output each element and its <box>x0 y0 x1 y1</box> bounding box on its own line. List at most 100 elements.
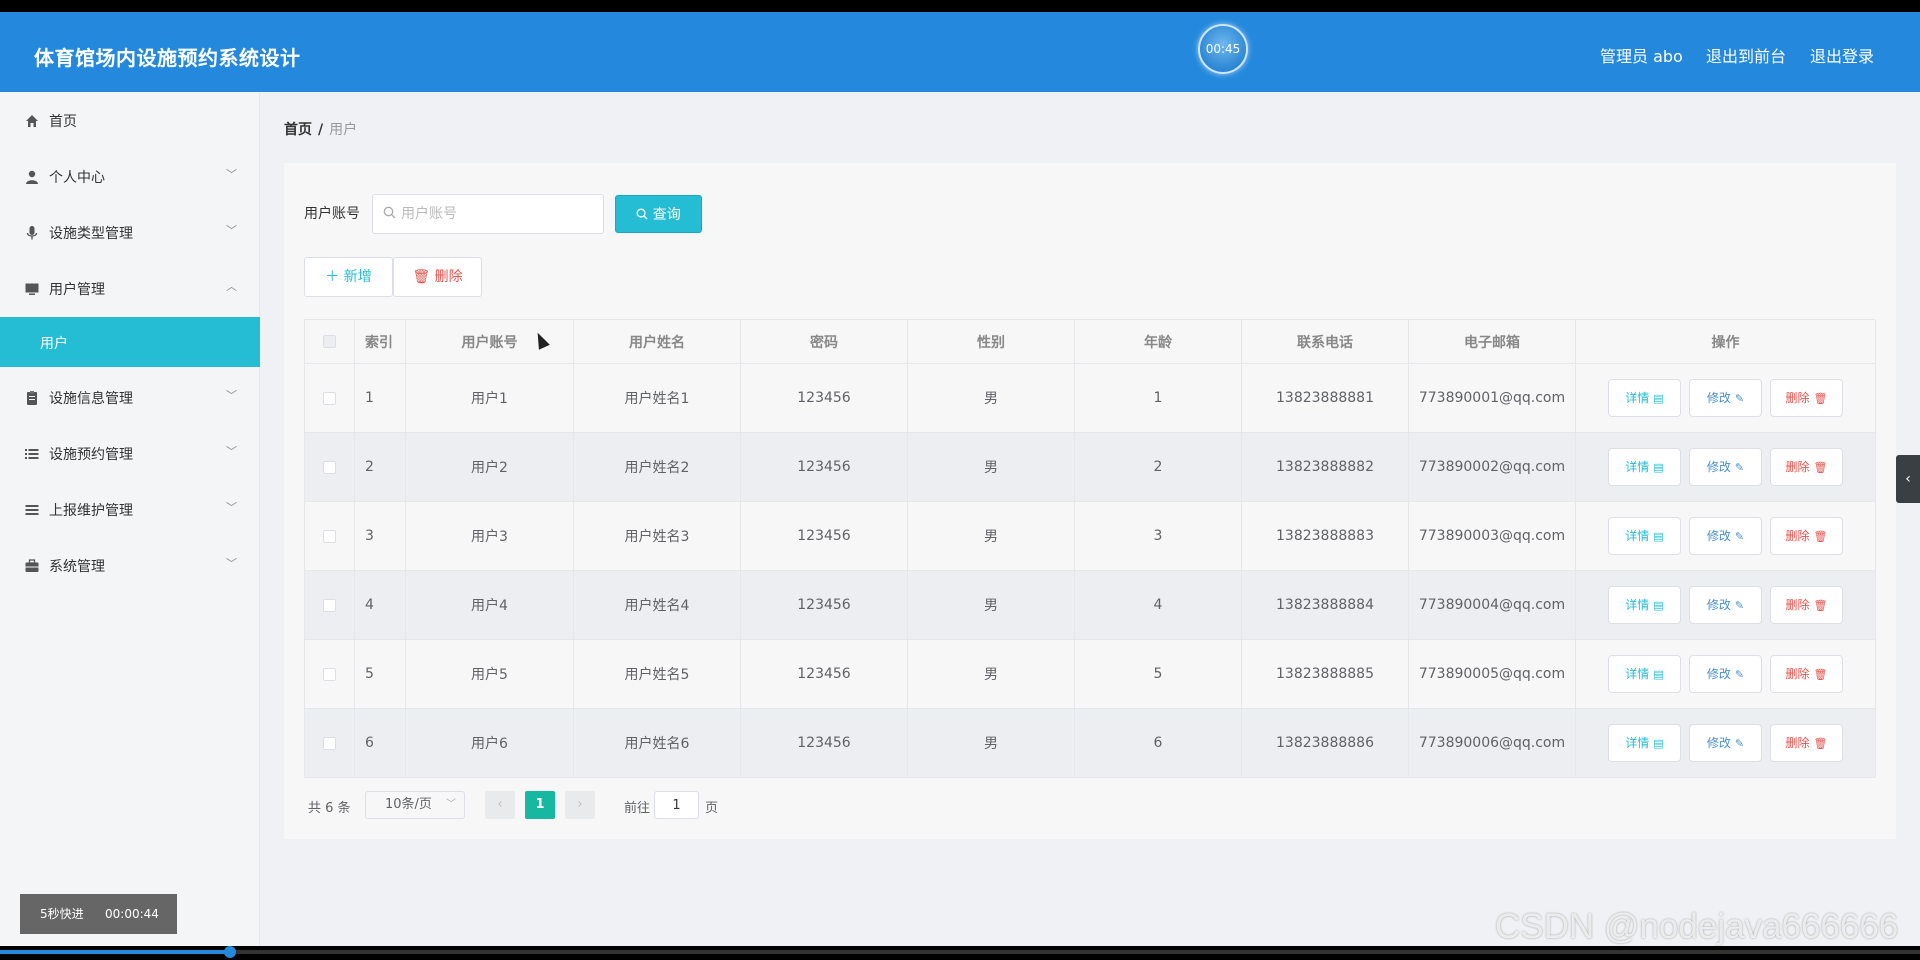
sidebar-item-label: 系统管理 <box>49 559 105 575</box>
column-header: 性别 <box>908 320 1075 364</box>
row-checkbox[interactable] <box>323 736 336 750</box>
front-link[interactable]: 退出到前台 <box>1706 43 1786 67</box>
detail-button[interactable]: 详情 ▤ <box>1608 724 1681 762</box>
edit-button-label: 修改 <box>1706 391 1731 405</box>
cell-name: 用户姓名3 <box>574 502 741 571</box>
fast-forward-badge: 5秒快进 00:00:44 <box>20 894 177 934</box>
breadcrumb: 首页 / 用户 <box>284 119 357 139</box>
sidebar-item-profile[interactable]: 个人中心 ﹀ <box>0 148 260 204</box>
video-progress-handle[interactable] <box>224 946 236 958</box>
cell-name: 用户姓名5 <box>574 640 741 709</box>
sidebar-item-reservation[interactable]: 设施预约管理 ﹀ <box>0 425 260 481</box>
delete-button[interactable]: 删除 🗑 <box>1770 448 1843 486</box>
pencil-icon: ✎ <box>1734 668 1745 681</box>
cell-account: 用户4 <box>406 571 574 640</box>
admin-label: 管理员 abo <box>1600 47 1683 66</box>
row-checkbox[interactable] <box>323 391 336 405</box>
plus-icon: ＋ <box>325 269 340 285</box>
cell-password: 123456 <box>741 433 908 502</box>
row-checkbox[interactable] <box>323 667 336 681</box>
user-table: 索引 用户账号 用户姓名 密码 性别 年龄 联系电话 电子邮箱 操作 1 用户1 用… <box>304 319 1876 778</box>
delete-button[interactable]: 删除 🗑 <box>1770 655 1843 693</box>
microphone-icon <box>24 225 40 241</box>
delete-button[interactable]: 删除 🗑 <box>1770 379 1843 417</box>
edit-button-label: 修改 <box>1706 460 1731 474</box>
select-all-checkbox[interactable] <box>323 335 336 348</box>
sidebar-item-facility-info[interactable]: 设施信息管理 ﹀ <box>0 369 260 425</box>
document-icon: ▤ <box>1653 599 1664 612</box>
sidebar-item-facility-type[interactable]: 设施类型管理 ﹀ <box>0 204 260 260</box>
cell-account: 用户3 <box>406 502 574 571</box>
delete-button[interactable]: 删除 🗑 <box>1770 517 1843 555</box>
delete-button-label: 删除 <box>1785 736 1810 750</box>
cell-phone: 13823888886 <box>1242 709 1409 778</box>
sidebar-subitem-user[interactable]: 用户 <box>0 317 260 367</box>
cell-age: 4 <box>1075 571 1242 640</box>
chevron-down-icon: ﹀ <box>226 501 237 514</box>
page-size-select[interactable]: 10条/页 ﹀ <box>365 791 465 819</box>
sidebar-item-user-management[interactable]: 用户管理 ︿ <box>0 260 260 316</box>
delete-button[interactable]: 删除 🗑 <box>1770 724 1843 762</box>
row-select-cell <box>305 364 355 433</box>
cell-account: 用户2 <box>406 433 574 502</box>
cell-actions: 详情 ▤ 修改 ✎ 删除 🗑 <box>1576 571 1876 640</box>
next-page-button[interactable]: › <box>565 791 595 819</box>
chevron-down-icon: ﹀ <box>226 168 237 181</box>
cell-account: 用户5 <box>406 640 574 709</box>
edit-button[interactable]: 修改 ✎ <box>1689 379 1762 417</box>
delete-button[interactable]: 删除 🗑 <box>1770 586 1843 624</box>
video-progress-track[interactable] <box>0 950 1920 954</box>
prev-page-button[interactable]: ‹ <box>485 791 515 819</box>
pencil-icon: ✎ <box>1734 392 1745 405</box>
breadcrumb-home[interactable]: 首页 <box>284 122 312 138</box>
detail-button[interactable]: 详情 ▤ <box>1608 586 1681 624</box>
cell-index: 4 <box>355 571 406 640</box>
sidebar-item-maintenance[interactable]: 上报维护管理 ﹀ <box>0 481 260 537</box>
cell-email: 773890002@qq.com <box>1409 433 1576 502</box>
pencil-icon: ✎ <box>1734 737 1745 750</box>
cell-password: 123456 <box>741 502 908 571</box>
goto-page-input[interactable] <box>654 791 699 819</box>
app-window: 体育馆场内设施预约系统设计 00:45 管理员 abo 退出到前台 退出登录 首… <box>0 12 1920 946</box>
edit-button[interactable]: 修改 ✎ <box>1689 517 1762 555</box>
edit-button[interactable]: 修改 ✎ <box>1689 655 1762 693</box>
edit-button[interactable]: 修改 ✎ <box>1689 448 1762 486</box>
side-collapse-tab[interactable]: ‹ <box>1896 455 1920 503</box>
detail-button[interactable]: 详情 ▤ <box>1608 448 1681 486</box>
row-checkbox[interactable] <box>323 529 336 543</box>
detail-button[interactable]: 详情 ▤ <box>1608 379 1681 417</box>
row-checkbox[interactable] <box>323 460 336 474</box>
row-select-cell <box>305 502 355 571</box>
detail-button[interactable]: 详情 ▤ <box>1608 655 1681 693</box>
trash-icon: 🗑 <box>1813 737 1828 750</box>
pencil-icon: ✎ <box>1734 599 1745 612</box>
document-icon: ▤ <box>1653 737 1664 750</box>
batch-delete-button[interactable]: 🗑 删除 <box>393 257 482 297</box>
edit-button[interactable]: 修改 ✎ <box>1689 586 1762 624</box>
sidebar-item-label: 设施信息管理 <box>49 391 133 407</box>
sidebar-item-label: 上报维护管理 <box>49 503 133 519</box>
sidebar-item-system[interactable]: 系统管理 ﹀ <box>0 537 260 593</box>
row-select-cell <box>305 640 355 709</box>
edit-button[interactable]: 修改 ✎ <box>1689 724 1762 762</box>
detail-button[interactable]: 详情 ▤ <box>1608 517 1681 555</box>
sidebar-item-home[interactable]: 首页 <box>0 92 260 148</box>
cell-actions: 详情 ▤ 修改 ✎ 删除 🗑 <box>1576 433 1876 502</box>
cell-password: 123456 <box>741 709 908 778</box>
row-checkbox[interactable] <box>323 598 336 612</box>
search-icon <box>383 206 396 223</box>
trash-icon: 🗑 <box>412 269 431 285</box>
search-input[interactable] <box>401 203 597 225</box>
trash-icon: 🗑 <box>1813 599 1828 612</box>
document-icon: ▤ <box>1653 392 1664 405</box>
search-field[interactable] <box>372 194 604 234</box>
logout-link[interactable]: 退出登录 <box>1810 43 1874 67</box>
row-select-cell <box>305 571 355 640</box>
query-button[interactable]: 查询 <box>615 195 702 233</box>
add-button[interactable]: ＋ 新增 <box>304 257 393 297</box>
detail-button-label: 详情 <box>1625 460 1650 474</box>
trash-icon: 🗑 <box>1813 461 1828 474</box>
breadcrumb-separator: / <box>318 122 324 138</box>
page-number-button[interactable]: 1 <box>525 791 555 819</box>
document-icon: ▤ <box>1653 668 1664 681</box>
